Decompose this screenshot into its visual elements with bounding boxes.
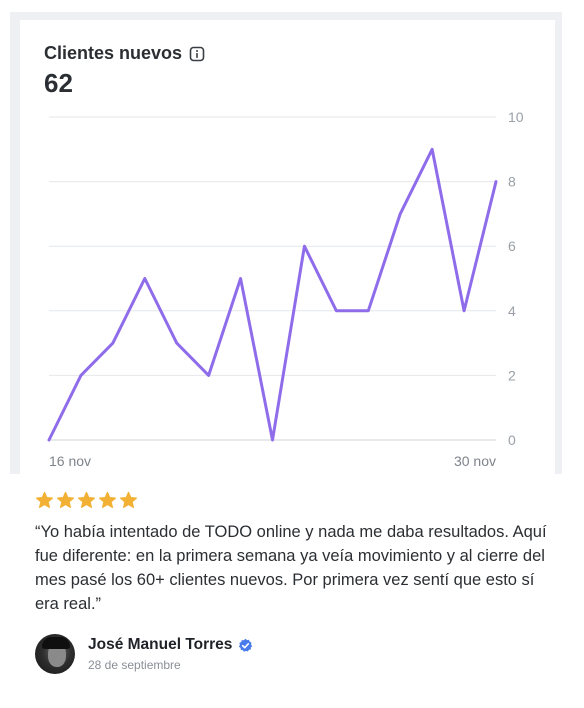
review-date: 28 de septiembre: [88, 658, 181, 672]
star-rating: [35, 491, 555, 510]
star-icon: [77, 491, 96, 510]
y-tick-label: 0: [508, 432, 516, 448]
y-tick-label: 4: [508, 303, 516, 319]
line-chart: 0 2 4 6 8 10 16 nov 30 nov: [47, 109, 524, 469]
star-icon: [35, 491, 54, 510]
star-icon: [119, 491, 138, 510]
avatar: [35, 634, 75, 674]
y-tick-label: 8: [508, 174, 516, 190]
author-name: José Manuel Torres: [88, 636, 233, 653]
star-icon: [98, 491, 117, 510]
y-tick-label: 6: [508, 238, 516, 254]
y-tick-label: 10: [508, 109, 524, 125]
review-block: “Yo había intentado de TODO online y nad…: [35, 491, 555, 616]
star-icon: [56, 491, 75, 510]
x-tick-label: 30 nov: [454, 453, 496, 469]
review-quote: “Yo había intentado de TODO online y nad…: [35, 523, 547, 613]
verified-badge-icon: [238, 638, 253, 653]
series-line: [47, 147, 498, 442]
x-tick-label: 16 nov: [49, 453, 91, 469]
author-row: José Manuel Torres 28 de septiembre: [35, 634, 253, 674]
y-tick-label: 2: [508, 367, 516, 383]
